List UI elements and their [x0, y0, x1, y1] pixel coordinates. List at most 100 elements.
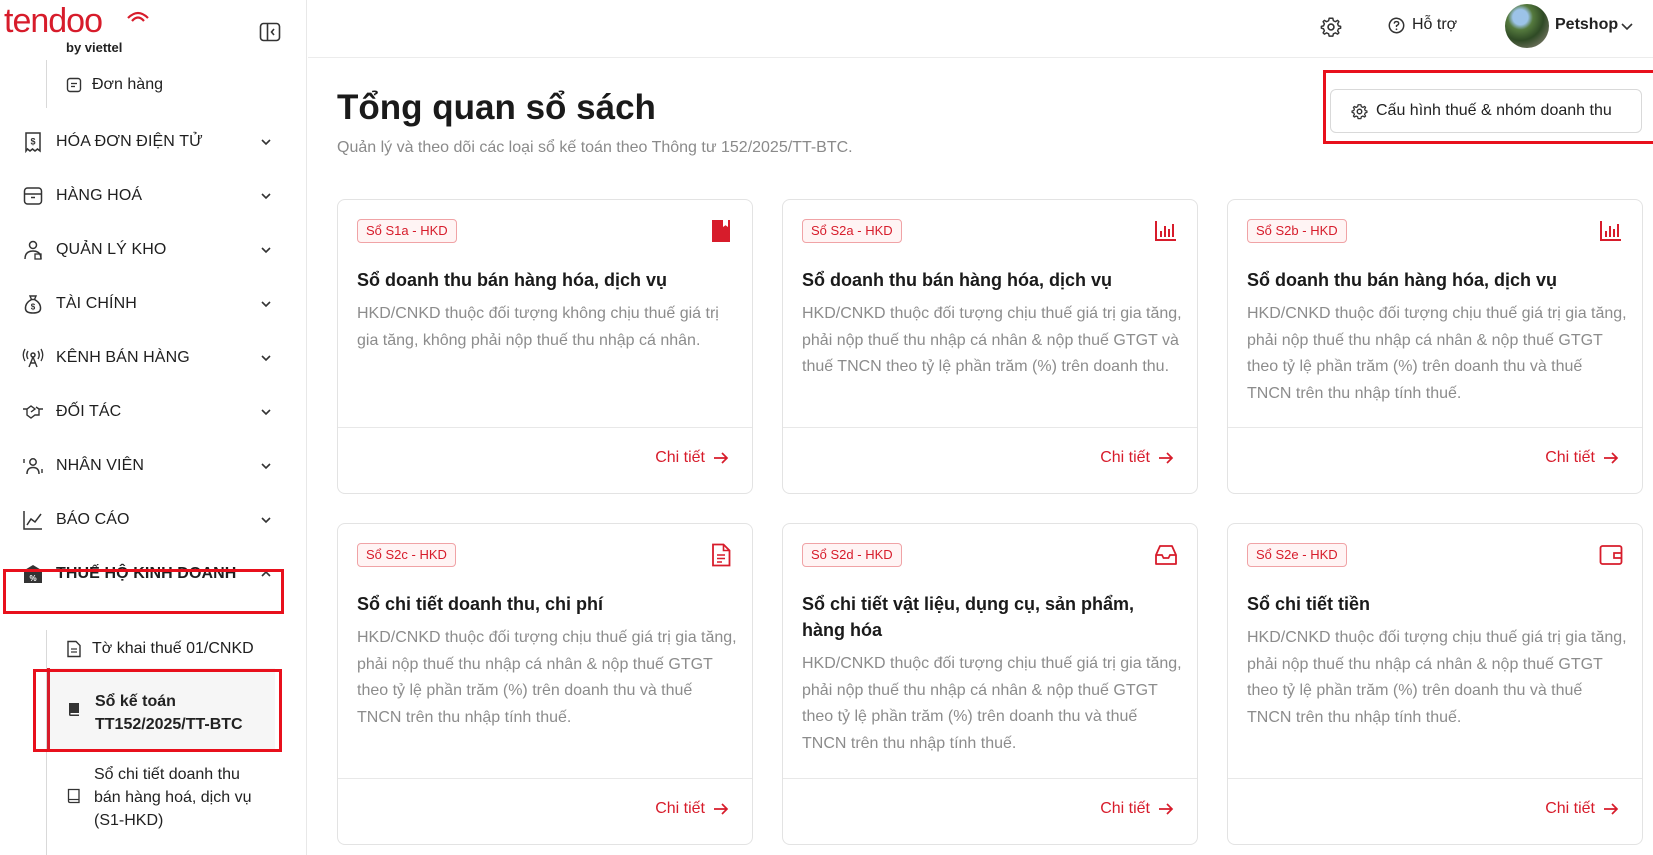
chevron-down-icon[interactable] — [1620, 19, 1634, 33]
svg-text:$: $ — [31, 303, 36, 312]
arrow-right-icon — [1604, 803, 1619, 815]
help-link[interactable]: Hỗ trợ — [1388, 16, 1457, 34]
sidebar-subitem-tax-declaration[interactable]: Tờ khai thuế 01/CNKD — [66, 640, 254, 658]
chevron-down-icon — [261, 139, 271, 146]
box-icon — [23, 187, 43, 205]
detail-label: Chi tiết — [1100, 800, 1150, 817]
bar-chart-icon — [1600, 221, 1621, 241]
brand-name: tendoo — [4, 2, 103, 40]
sidebar-item-goods[interactable]: HÀNG HOÁ — [8, 176, 276, 216]
help-circle-icon — [1388, 17, 1405, 33]
chevron-down-icon — [261, 193, 271, 200]
detail-link[interactable]: Chi tiết — [655, 800, 729, 818]
order-icon — [66, 77, 82, 93]
card-footer: Chi tiết — [783, 427, 1197, 493]
detail-label: Chi tiết — [1545, 800, 1595, 817]
ledger-badge: Sổ S1a - HKD — [357, 219, 457, 243]
ledger-badge: Sổ S2d - HKD — [802, 543, 902, 567]
ledger-description: HKD/CNKD thuộc đối tượng chịu thuế giá t… — [357, 629, 737, 726]
card-footer: Chi tiết — [338, 427, 752, 493]
sidebar-item-partners[interactable]: ĐỐI TÁC — [8, 392, 276, 432]
help-label: Hỗ trợ — [1412, 16, 1458, 33]
staff-icon — [23, 458, 43, 475]
sidebar-item-label: HÓA ĐƠN ĐIỆN TỬ — [56, 133, 203, 150]
ledger-title: Sổ doanh thu bán hàng hóa, dịch vụ — [357, 270, 667, 290]
arrow-right-icon — [1604, 452, 1619, 464]
chevron-down-icon — [261, 301, 271, 308]
ledger-card-s2d: Sổ S2d - HKD Sổ chi tiết vật liệu, dụng … — [782, 523, 1198, 845]
detail-link[interactable]: Chi tiết — [1545, 800, 1619, 818]
submenu-guide-line — [46, 60, 47, 108]
detail-label: Chi tiết — [1100, 449, 1150, 466]
brand-sub: by viettel — [66, 40, 123, 55]
sidebar-item-finance[interactable]: $ TÀI CHÍNH — [8, 284, 276, 324]
chevron-down-icon — [261, 409, 271, 416]
arrow-right-icon — [714, 452, 729, 464]
ledger-badge: Sổ S2a - HKD — [802, 219, 902, 243]
arrow-right-icon — [714, 803, 729, 815]
bar-chart-icon — [1155, 221, 1176, 241]
ledger-title: Sổ chi tiết tiền — [1247, 594, 1371, 614]
handshake-icon — [23, 405, 43, 419]
detail-link[interactable]: Chi tiết — [1100, 449, 1174, 467]
ledger-title: Sổ chi tiết doanh thu, chi phí — [357, 594, 603, 614]
ledger-description: HKD/CNKD thuộc đối tượng chịu thuế giá t… — [1247, 629, 1627, 726]
ledger-description: HKD/CNKD thuộc đối tượng không chịu thuế… — [357, 305, 719, 349]
ledger-card-s2c: Sổ S2c - HKD Sổ chi tiết doanh thu, chi … — [337, 523, 753, 845]
sidebar-collapse-icon[interactable] — [258, 20, 282, 44]
page-subtitle: Quản lý và theo dõi các loại sổ kế toán … — [337, 139, 853, 156]
chevron-down-icon — [261, 463, 271, 470]
ledger-card-s2e: Sổ S2e - HKD Sổ chi tiết tiền HKD/CNKD t… — [1227, 523, 1643, 845]
sidebar-subitem-label: Sổ chi tiết doanh thu bán hàng hoá, dịch… — [94, 763, 251, 832]
user-name[interactable]: Petshop — [1555, 16, 1618, 34]
sidebar-item-reports[interactable]: BÁO CÁO — [8, 500, 276, 540]
ledger-card-s1a: Sổ S1a - HKD Sổ doanh thu bán hàng hóa, … — [337, 199, 753, 494]
tendoo-logo[interactable]: tendoo by viettel — [4, 2, 149, 55]
highlight-box — [33, 669, 282, 752]
sidebar-item-sales-channel[interactable]: KÊNH BÁN HÀNG — [8, 338, 276, 378]
gear-icon[interactable] — [1320, 16, 1342, 38]
ledger-title: Sổ doanh thu bán hàng hóa, dịch vụ — [1247, 270, 1557, 290]
ledger-card-s2a: Sổ S2a - HKD Sổ doanh thu bán hàng hóa, … — [782, 199, 1198, 494]
ledger-badge: Sổ S2b - HKD — [1247, 219, 1347, 243]
bookmark-icon — [712, 220, 730, 242]
sidebar-item-label: NHÂN VIÊN — [56, 457, 145, 474]
sidebar-item-label: BÁO CÁO — [56, 511, 130, 528]
chevron-down-icon — [261, 247, 271, 254]
sidebar-item-warehouse[interactable]: QUẢN LÝ KHO — [8, 230, 276, 270]
label-line: bán hàng hoá, dịch vụ — [94, 789, 252, 806]
sidebar-item-e-invoice[interactable]: $ HÓA ĐƠN ĐIỆN TỬ — [8, 122, 276, 162]
ledger-title: Sổ doanh thu bán hàng hóa, dịch vụ — [802, 270, 1112, 290]
book-outline-icon — [67, 788, 80, 804]
avatar[interactable] — [1505, 4, 1549, 48]
wifi-icon — [127, 11, 149, 22]
ledger-description: HKD/CNKD thuộc đối tượng chịu thuế giá t… — [802, 305, 1182, 375]
arrow-right-icon — [1159, 803, 1174, 815]
card-footer: Chi tiết — [1228, 427, 1642, 493]
detail-label: Chi tiết — [1545, 449, 1595, 466]
antenna-icon — [22, 348, 44, 368]
card-footer: Chi tiết — [338, 778, 752, 844]
chart-line-icon — [23, 511, 42, 530]
arrow-right-icon — [1159, 452, 1174, 464]
chevron-down-icon — [261, 517, 271, 524]
sidebar-item-staff[interactable]: NHÂN VIÊN — [8, 446, 276, 486]
ledger-badge: Sổ S2e - HKD — [1247, 543, 1347, 567]
svg-text:$: $ — [30, 137, 35, 147]
inbox-icon — [1155, 545, 1177, 565]
highlight-box — [1323, 70, 1653, 144]
sidebar-item-label: HÀNG HOÁ — [56, 187, 143, 204]
detail-label: Chi tiết — [655, 449, 705, 466]
invoice-icon: $ — [25, 132, 41, 153]
ledger-badge: Sổ S2c - HKD — [357, 543, 456, 567]
ledger-description: HKD/CNKD thuộc đối tượng chịu thuế giá t… — [802, 655, 1182, 752]
detail-link[interactable]: Chi tiết — [655, 449, 729, 467]
sidebar-subitem-label: Đơn hàng — [92, 76, 163, 93]
warehouse-icon — [24, 240, 42, 260]
detail-link[interactable]: Chi tiết — [1100, 800, 1174, 818]
detail-link[interactable]: Chi tiết — [1545, 449, 1619, 467]
label-line: (S1-HKD) — [94, 812, 164, 829]
chevron-down-icon — [261, 355, 271, 362]
sidebar-subitem-orders[interactable]: Đơn hàng — [66, 76, 163, 94]
sidebar-subitem-label: Tờ khai thuế 01/CNKD — [92, 640, 254, 657]
